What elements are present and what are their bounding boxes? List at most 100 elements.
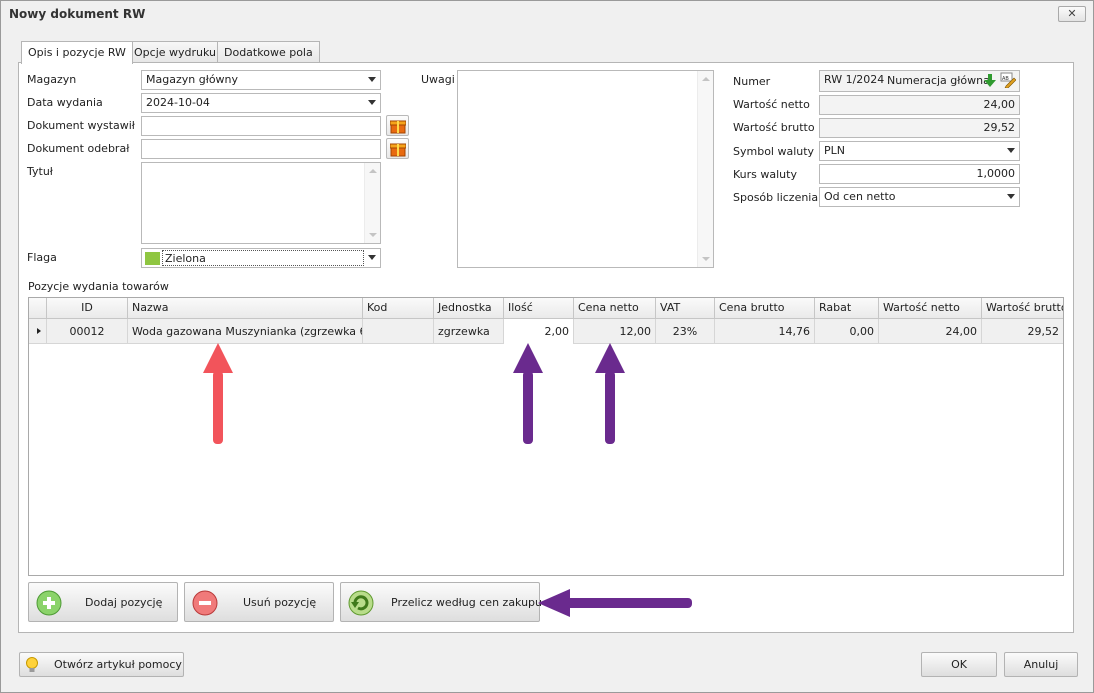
- scroll-up-icon[interactable]: [369, 169, 377, 173]
- grid-caption: Pozycje wydania towarów: [28, 280, 169, 293]
- purple-arrow-annotation: [595, 343, 625, 444]
- red-arrow-annotation: [203, 343, 233, 444]
- chevron-down-icon: [1007, 194, 1015, 199]
- cell-id[interactable]: 00012: [47, 319, 128, 344]
- recalc-purchase-prices-button[interactable]: Przelicz według cen zakupu: [340, 582, 543, 622]
- waluta-select[interactable]: PLN: [819, 141, 1020, 161]
- flaga-select[interactable]: Zielona: [141, 248, 381, 268]
- col-kod[interactable]: Kod: [363, 298, 434, 319]
- window-title: Nowy dokument RW: [9, 7, 146, 21]
- scroll-down-icon[interactable]: [369, 233, 377, 237]
- numeracja-value: Numeracja główna: [887, 74, 990, 87]
- col-jednostka[interactable]: Jednostka: [434, 298, 504, 319]
- col-id[interactable]: ID: [47, 298, 128, 319]
- recalc-purchase-prices-label: Przelicz według cen zakupu: [391, 596, 543, 609]
- col-ilosc[interactable]: Ilość: [504, 298, 574, 319]
- help-article-button[interactable]: Otwórz artykuł pomocy: [19, 652, 184, 677]
- col-cena-brutto[interactable]: Cena brutto: [715, 298, 815, 319]
- wystawil-input[interactable]: [141, 116, 381, 136]
- cell-wartosc-netto[interactable]: 24,00: [879, 319, 982, 344]
- cell-jednostka[interactable]: zgrzewka: [434, 319, 504, 344]
- remove-position-button[interactable]: Usuń pozycję: [184, 582, 334, 622]
- select-receiver-button[interactable]: [386, 138, 409, 159]
- uwagi-scrollbar[interactable]: [697, 71, 713, 267]
- select-person-button[interactable]: [386, 115, 409, 136]
- data-wydania-picker[interactable]: 2024-10-04: [141, 93, 381, 113]
- kurs-input[interactable]: 1,0000: [819, 164, 1020, 184]
- liczenie-value: Od cen netto: [824, 190, 896, 203]
- remove-position-label: Usuń pozycję: [243, 596, 317, 609]
- odebral-label: Dokument odebrał: [27, 142, 130, 155]
- tytul-textarea[interactable]: [141, 162, 381, 244]
- flaga-value: Zielona: [162, 250, 364, 266]
- tab-dodatkowe-pola[interactable]: Dodatkowe pola: [217, 41, 320, 63]
- gift-icon: [390, 143, 406, 157]
- cell-rabat[interactable]: 0,00: [815, 319, 879, 344]
- col-nazwa[interactable]: Nazwa: [128, 298, 363, 319]
- add-position-label: Dodaj pozycję: [85, 596, 163, 609]
- magazyn-value: Magazyn główny: [146, 73, 239, 86]
- add-position-button[interactable]: Dodaj pozycję: [28, 582, 178, 622]
- lightbulb-icon: [26, 657, 38, 672]
- scroll-up-icon[interactable]: [702, 77, 710, 81]
- minus-icon: [192, 590, 218, 616]
- cell-vat[interactable]: 23%: [656, 319, 715, 344]
- flaga-label: Flaga: [27, 251, 57, 264]
- chevron-down-icon: [368, 77, 376, 82]
- tytul-scrollbar[interactable]: [364, 163, 380, 243]
- row-indicator: [29, 319, 47, 344]
- scroll-down-icon[interactable]: [702, 257, 710, 261]
- netto-label: Wartość netto: [733, 98, 810, 111]
- tab-opis[interactable]: Opis i pozycje RW: [21, 41, 133, 64]
- grid-header: ID Nazwa Kod Jednostka Ilość Cena netto …: [29, 298, 1063, 319]
- numer-field: RW 1/2024 Numeracja główna AB: [819, 70, 1020, 92]
- positions-grid: ID Nazwa Kod Jednostka Ilość Cena netto …: [28, 297, 1064, 576]
- cell-kod[interactable]: [363, 319, 434, 344]
- data-wydania-value: 2024-10-04: [146, 96, 210, 109]
- close-icon: ✕: [1067, 7, 1077, 20]
- col-rabat[interactable]: Rabat: [815, 298, 879, 319]
- col-wartosc-brutto[interactable]: Wartość brutto: [982, 298, 1063, 319]
- help-article-label: Otwórz artykuł pomocy: [54, 658, 182, 671]
- cell-nazwa[interactable]: Woda gazowana Muszynianka (zgrzewka 6 b.…: [128, 319, 363, 344]
- col-vat[interactable]: VAT: [656, 298, 715, 319]
- liczenie-select[interactable]: Od cen netto: [819, 187, 1020, 207]
- arrow-down-green-icon[interactable]: [984, 73, 996, 88]
- grid-header-indicator: [29, 298, 47, 319]
- refresh-icon: [348, 590, 374, 616]
- col-wartosc-netto[interactable]: Wartość netto: [879, 298, 982, 319]
- wystawil-label: Dokument wystawił: [27, 119, 135, 132]
- cancel-button[interactable]: Anuluj: [1004, 652, 1078, 677]
- ok-button[interactable]: OK: [921, 652, 997, 677]
- tytul-label: Tytuł: [27, 165, 53, 178]
- title-bar: Nowy dokument RW ✕: [1, 1, 1093, 27]
- brutto-label: Wartość brutto: [733, 121, 815, 134]
- edit-numbering-icon[interactable]: AB: [1000, 72, 1016, 88]
- purple-arrow-annotation: [513, 343, 543, 444]
- chevron-down-icon: [368, 255, 376, 260]
- magazyn-label: Magazyn: [27, 73, 77, 86]
- row-pointer-icon: [37, 328, 41, 334]
- gift-icon: [390, 120, 406, 134]
- cell-cena-brutto[interactable]: 14,76: [715, 319, 815, 344]
- plus-icon: [36, 590, 62, 616]
- cell-wartosc-brutto[interactable]: 29,52: [982, 319, 1063, 344]
- uwagi-label: Uwagi: [421, 73, 455, 86]
- purple-arrow-annotation: [538, 589, 692, 617]
- col-cena-netto[interactable]: Cena netto: [574, 298, 656, 319]
- netto-field: 24,00: [819, 95, 1020, 115]
- waluta-label: Symbol waluty: [733, 145, 815, 158]
- close-button[interactable]: ✕: [1058, 6, 1086, 22]
- magazyn-select[interactable]: Magazyn główny: [141, 70, 381, 90]
- table-row[interactable]: 00012 Woda gazowana Muszynianka (zgrzewk…: [29, 319, 1063, 344]
- uwagi-textarea[interactable]: [457, 70, 714, 268]
- tab-opcje-wydruku[interactable]: Opcje wydruku: [127, 41, 223, 63]
- chevron-down-icon: [368, 100, 376, 105]
- numer-label: Numer: [733, 75, 771, 88]
- dialog-window: Nowy dokument RW ✕ Opis i pozycje RW Opc…: [0, 0, 1094, 693]
- kurs-label: Kurs waluty: [733, 168, 797, 181]
- brutto-field: 29,52: [819, 118, 1020, 138]
- liczenie-label: Sposób liczenia: [733, 191, 819, 204]
- odebral-input[interactable]: [141, 139, 381, 159]
- numer-value: RW 1/2024: [824, 73, 885, 86]
